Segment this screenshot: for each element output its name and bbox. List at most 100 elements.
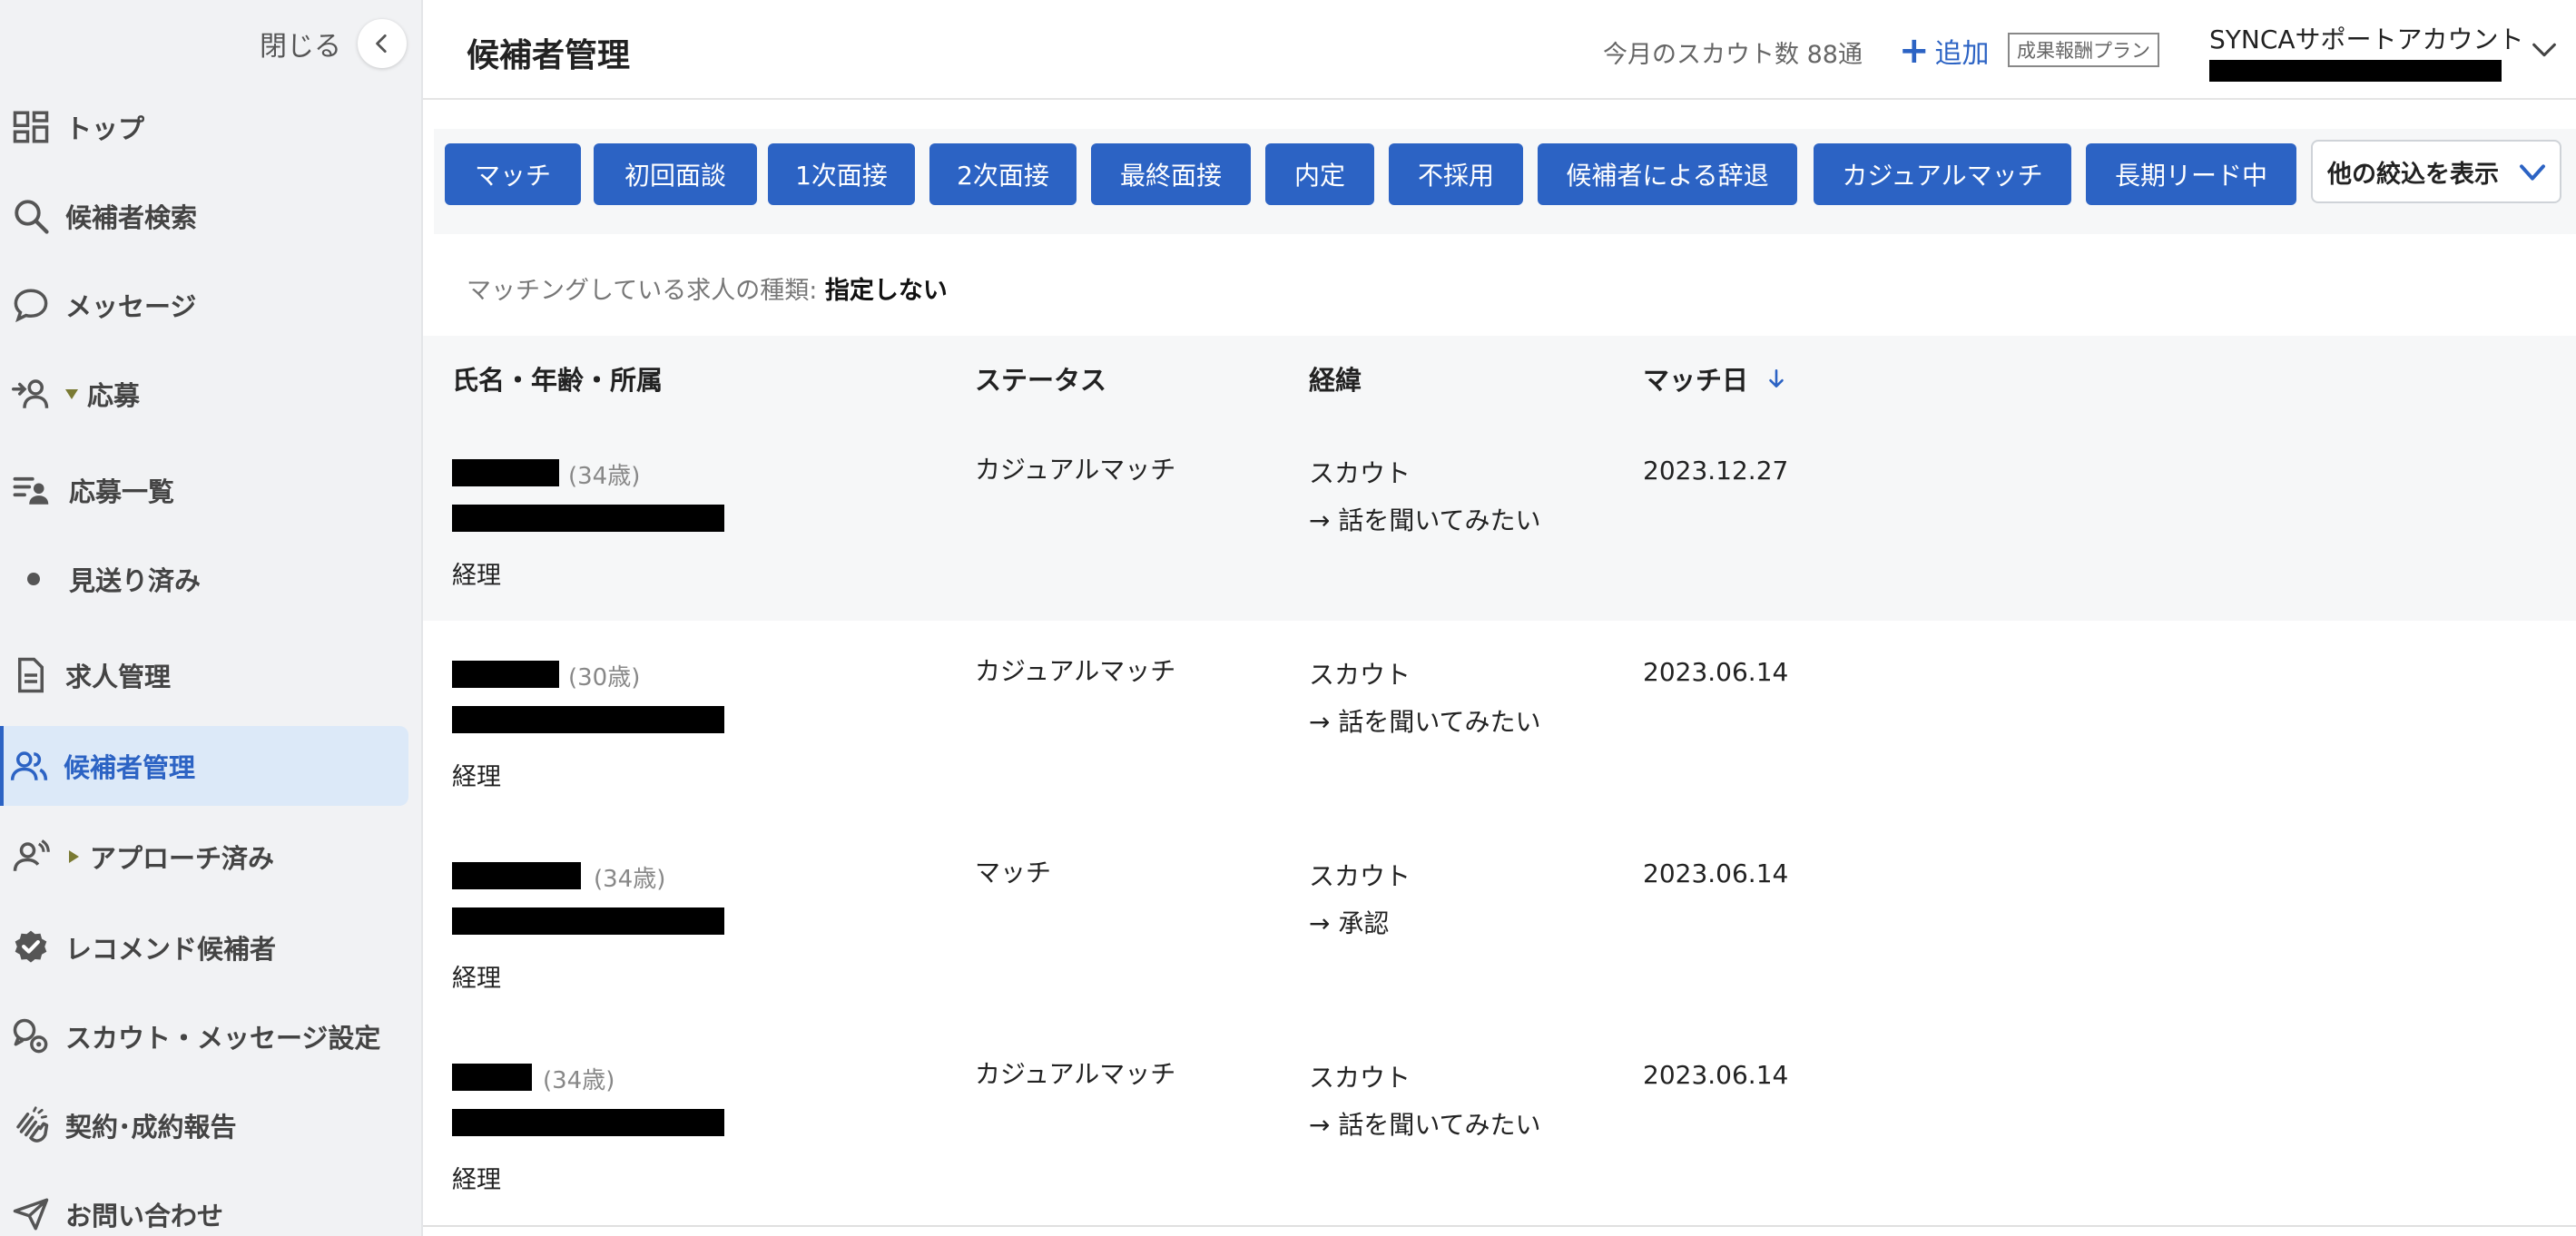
verified-badge-icon [11,927,51,967]
filter-chip-offer[interactable]: 内定 [1265,143,1374,205]
page-title: 候補者管理 [467,37,631,74]
sidebar-item-label: メッセージ [65,291,197,322]
sidebar: 閉じる トップ 候補者検索 メッセージ 応募 応募一覧 見送り済み 求人管理 候… [0,0,423,1236]
sidebar-item-recommended[interactable]: レコメンド候補者 [0,909,405,986]
candidate-department: 経理 [452,1166,501,1194]
affiliation-redacted [452,1109,724,1136]
candidate-status: マッチ [975,858,1052,888]
sidebar-item-application-list[interactable]: 応募一覧 [0,452,405,528]
candidate-status: カジュアルマッチ [975,1059,1176,1089]
column-header-match-date[interactable]: マッチ日 [1643,359,1788,397]
filter-chip-final-interview[interactable]: 最終面接 [1091,143,1251,205]
sidebar-item-label: トップ [65,113,145,144]
sidebar-item-label: 応募一覧 [69,476,175,507]
more-filters-label: 他の絞込を表示 [2327,160,2499,189]
people-icon [9,746,49,786]
filter-chip-candidate-declined[interactable]: 候補者による辞退 [1538,143,1797,205]
person-wave-icon [11,837,51,877]
match-date: 2023.12.27 [1643,456,1789,486]
clap-hands-icon [11,1105,51,1145]
filter-chip-first-meeting[interactable]: 初回面談 [594,143,757,205]
sidebar-item-job-management[interactable]: 求人管理 [0,637,405,713]
sidebar-item-passed[interactable]: 見送り済み [0,541,405,617]
caret-right-icon [69,850,79,863]
candidate-status: カジュアルマッチ [975,455,1176,485]
sidebar-item-label: 候補者検索 [65,202,198,233]
sidebar-item-candidate-management[interactable]: 候補者管理 [0,726,408,806]
name-redacted [452,459,559,486]
filter-chip-match[interactable]: マッチ [445,143,581,205]
filter-chip-rejected[interactable]: 不採用 [1389,143,1523,205]
match-date: 2023.06.14 [1643,657,1789,687]
table-row[interactable]: (34歳) 経理 カジュアルマッチ スカウト → 話を聞いてみたい 2023.1… [423,419,2576,623]
sidebar-item-scout-message-settings[interactable]: スカウト・メッセージ設定 [0,998,405,1074]
filter-chip-long-term-lead[interactable]: 長期リード中 [2086,143,2296,205]
candidate-department: 経理 [452,562,501,590]
candidate-age: (34歳) [594,866,666,893]
filter-chip-casual-match[interactable]: カジュアルマッチ [1814,143,2071,205]
sidebar-item-contract-report[interactable]: 契約･成約報告 [0,1087,405,1163]
column-header-name: 氏名・年齢・所属 [452,365,664,396]
candidate-route-detail: → 話を聞いてみたい [1309,707,1541,737]
sidebar-item-top[interactable]: トップ [0,89,405,165]
caret-down-icon [65,388,78,399]
bullet-icon [27,573,40,585]
name-redacted [452,862,581,889]
column-header-label: マッチ日 [1643,365,1749,396]
candidate-route-detail: → 話を聞いてみたい [1309,505,1541,535]
chevron-down-icon[interactable] [2529,34,2560,65]
sidebar-item-approached[interactable]: アプローチ済み [0,819,405,895]
candidate-status: カジュアルマッチ [975,656,1176,686]
sidebar-item-label: スカウト・メッセージ設定 [65,1023,381,1054]
candidate-department: 経理 [452,965,501,993]
column-header-route: 経緯 [1309,365,1362,396]
sidebar-item-label: お問い合わせ [65,1201,224,1231]
job-type-value: 指定しない [824,277,948,305]
sidebar-item-label: レコメンド候補者 [65,934,277,965]
sidebar-header: 閉じる [260,18,407,69]
candidate-age: (34歳) [568,463,641,490]
candidate-department: 経理 [452,763,501,791]
filter-chip-first-interview[interactable]: 1次面接 [768,143,915,205]
candidate-route: スカウト [1309,861,1411,891]
list-person-icon [11,470,51,510]
match-date: 2023.06.14 [1643,1060,1789,1090]
top-bar: 候補者管理 今月のスカウト数 88通 + 追加 成果報酬プラン SYNCAサポー… [423,0,2576,100]
add-button-label: 追加 [1934,38,1990,70]
plan-badge: 成果報酬プラン [2008,33,2159,67]
candidate-route: スカウト [1309,660,1411,690]
name-redacted [452,1064,532,1091]
table-row[interactable]: (34歳) 経理 マッチ スカウト → 承認 2023.06.14 [423,822,2576,1025]
account-redacted [2209,60,2502,82]
paper-plane-icon [11,1194,51,1234]
filter-chip-second-interview[interactable]: 2次面接 [929,143,1077,205]
sidebar-item-messages[interactable]: メッセージ [0,267,405,343]
table-header: 氏名・年齢・所属 ステータス 経緯 マッチ日 [423,336,2576,421]
sidebar-collapse-button[interactable] [358,19,407,68]
table-row[interactable]: (34歳) 経理 カジュアルマッチ スカウト → 話を聞いてみたい 2023.0… [423,1024,2576,1227]
chat-bubble-icon [11,285,51,325]
candidate-route: スカウト [1309,1063,1411,1093]
match-date: 2023.06.14 [1643,858,1789,888]
sidebar-item-contact[interactable]: お問い合わせ [0,1176,405,1236]
candidate-route: スカウト [1309,458,1411,488]
sidebar-item-label: アプローチ済み [90,843,275,874]
chevron-left-icon [376,34,387,54]
candidate-route-detail: → 話を聞いてみたい [1309,1110,1541,1140]
sidebar-item-candidate-search[interactable]: 候補者検索 [0,178,405,254]
sidebar-item-applications[interactable]: 応募 [0,356,405,432]
sidebar-close-label[interactable]: 閉じる [260,24,341,64]
candidate-age: (30歳) [568,664,641,692]
table-row[interactable]: (30歳) 経理 カジュアルマッチ スカウト → 話を聞いてみたい 2023.0… [423,621,2576,824]
column-header-status: ステータス [975,365,1107,396]
job-type-filter[interactable]: マッチングしている求人の種類: 指定しない [467,270,948,306]
affiliation-redacted [452,505,724,532]
status-filter-bar: マッチ 初回面談 1次面接 2次面接 最終面接 内定 不採用 候補者による辞退 … [434,129,2576,234]
candidate-route-detail: → 承認 [1309,908,1390,938]
plus-icon: + [1899,30,1930,72]
add-button[interactable]: + 追加 [1899,31,1990,71]
more-filters-dropdown[interactable]: 他の絞込を表示 [2311,140,2561,203]
account-name[interactable]: SYNCAサポートアカウント [2209,20,2524,56]
job-type-label: マッチングしている求人の種類: [467,277,825,305]
grid-icon [11,107,51,147]
